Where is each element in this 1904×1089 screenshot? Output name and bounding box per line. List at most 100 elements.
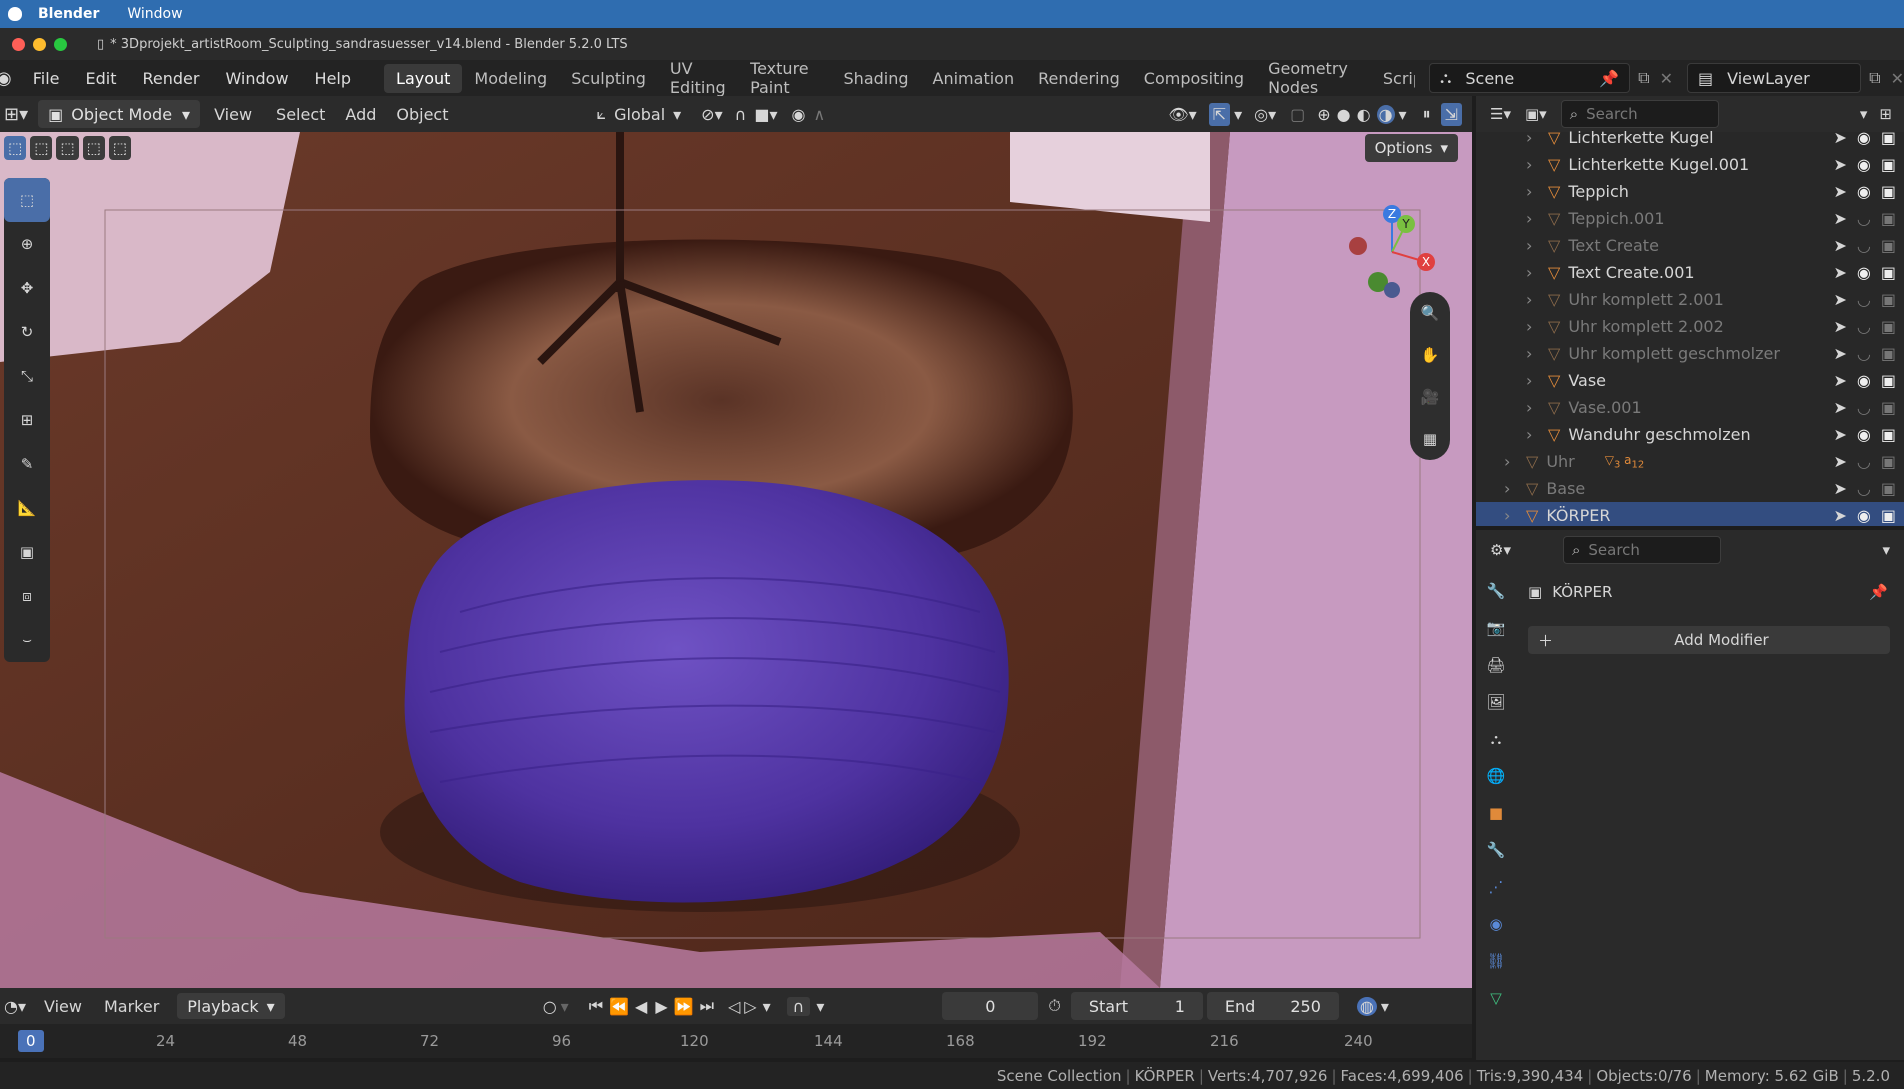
select-extend-icon[interactable]: ⬚: [30, 136, 53, 160]
scene-tab-icon[interactable]: ⛬: [1476, 720, 1516, 757]
sync-icon[interactable]: ◍: [1356, 996, 1377, 1016]
camera-icon[interactable]: ▣: [1881, 506, 1896, 525]
eye-icon[interactable]: ◉: [1857, 263, 1871, 282]
jump-start-icon[interactable]: ⏮: [589, 996, 603, 1016]
add-modifier-button[interactable]: ＋ Add Modifier: [1528, 626, 1890, 654]
next-keyframe-icon[interactable]: ⏩: [674, 997, 694, 1016]
select-intersect-icon[interactable]: ⬚: [108, 136, 131, 160]
camera-view-icon[interactable]: 🎥: [1410, 376, 1450, 418]
keyframe-record-icon[interactable]: ○: [543, 997, 557, 1016]
select-new-icon[interactable]: ⬚: [4, 136, 27, 160]
curve-tool-icon[interactable]: ⌣: [4, 618, 50, 662]
new-collection-icon[interactable]: ⊞: [1879, 105, 1892, 123]
camera-icon[interactable]: ▣: [1881, 290, 1896, 309]
render-tab-icon[interactable]: 📷: [1476, 609, 1516, 646]
mac-menu-window[interactable]: Window: [127, 6, 182, 22]
mac-app-name[interactable]: Blender: [38, 6, 99, 22]
mode-selector[interactable]: ▣ Object Mode ▾: [38, 100, 201, 128]
remove-scene-icon[interactable]: ✕: [1660, 69, 1673, 88]
timeline-menu-marker[interactable]: Marker: [104, 997, 159, 1016]
eye-icon[interactable]: ◉: [1857, 506, 1871, 525]
stopwatch-icon[interactable]: ⏱: [1048, 996, 1060, 1016]
jump-end-icon[interactable]: ⏭: [700, 996, 714, 1016]
camera-icon[interactable]: ▣: [1881, 128, 1896, 147]
menu-help[interactable]: Help: [302, 69, 364, 88]
selectable-icon[interactable]: ➤: [1834, 209, 1847, 228]
end-frame-field[interactable]: End 250: [1206, 992, 1339, 1020]
view-layer-selector[interactable]: ▤ ViewLayer: [1687, 63, 1862, 93]
remove-view-layer-icon[interactable]: ✕: [1891, 69, 1904, 88]
menu-window[interactable]: Window: [212, 69, 301, 88]
eye-icon[interactable]: ◡: [1857, 317, 1871, 336]
prev-frame-icon[interactable]: ◁: [728, 997, 740, 1016]
expand-arrow-icon[interactable]: ›: [1526, 425, 1544, 444]
camera-icon[interactable]: ▣: [1881, 398, 1896, 417]
pause-render-icon[interactable]: ⏸: [1423, 104, 1431, 124]
outliner-row[interactable]: › ▽ Text Create.001 ➤ ◉ ▣: [1476, 259, 1904, 286]
cursor-tool-icon[interactable]: ⊕: [4, 222, 50, 266]
particles-tab-icon[interactable]: ⋰: [1476, 868, 1516, 905]
pan-hand-icon[interactable]: ✋: [1410, 334, 1450, 376]
eye-icon[interactable]: ◉: [1857, 155, 1871, 174]
scene-selector[interactable]: ⛬ Scene 📌: [1429, 63, 1631, 93]
expand-arrow-icon[interactable]: ›: [1526, 317, 1544, 336]
options-button[interactable]: Options ▾: [1364, 134, 1458, 162]
properties-search[interactable]: ⌕ Search: [1562, 536, 1721, 564]
menu-render[interactable]: Render: [129, 69, 212, 88]
camera-icon[interactable]: ▣: [1881, 182, 1896, 201]
chevron-down-icon[interactable]: ▾: [816, 997, 824, 1016]
rotate-tool-icon[interactable]: ↻: [4, 310, 50, 354]
outliner-row[interactable]: › ▽ Uhr ▽3 a12 ➤ ◡ ▣: [1476, 448, 1904, 475]
eye-icon[interactable]: ◡: [1857, 209, 1871, 228]
eye-icon[interactable]: ◉: [1857, 182, 1871, 201]
object-tab-icon[interactable]: ■: [1476, 794, 1516, 831]
expand-arrow-icon[interactable]: ›: [1526, 263, 1544, 282]
wireframe-shading-icon[interactable]: ⊕: [1317, 105, 1330, 124]
falloff-icon[interactable]: ∧: [813, 105, 825, 124]
frame-cursor[interactable]: 0: [18, 1030, 44, 1052]
eye-icon[interactable]: ◡: [1857, 452, 1871, 471]
selectable-icon[interactable]: ➤: [1834, 398, 1847, 417]
eye-icon[interactable]: ◡: [1857, 344, 1871, 363]
outliner-row[interactable]: › ▽ Teppich.001 ➤ ◡ ▣: [1476, 205, 1904, 232]
eye-icon[interactable]: ◉: [1857, 425, 1871, 444]
selectable-icon[interactable]: ➤: [1834, 128, 1847, 147]
tab-animation[interactable]: Animation: [921, 64, 1027, 93]
prev-keyframe-icon[interactable]: ⏪: [609, 997, 629, 1016]
pouf-object[interactable]: [404, 480, 1009, 903]
play-reverse-icon[interactable]: ◀: [635, 997, 647, 1016]
expand-arrow-icon[interactable]: ›: [1504, 506, 1522, 525]
select-subtract-icon[interactable]: ⬚: [56, 136, 79, 160]
outliner-row[interactable]: › ▽ Uhr komplett geschmolzer ➤ ◡ ▣: [1476, 340, 1904, 367]
play-icon[interactable]: ▶: [655, 997, 667, 1016]
display-mode-icon[interactable]: ▣▾: [1525, 105, 1547, 123]
move-tool-icon[interactable]: ✥: [4, 266, 50, 310]
outliner-row[interactable]: › ▽ Lichterkette Kugel ➤ ◉ ▣: [1476, 124, 1904, 151]
expand-arrow-icon[interactable]: ›: [1526, 236, 1544, 255]
transform-orientation[interactable]: ⟀ Global ▾: [597, 104, 682, 124]
eye-icon[interactable]: ◡: [1857, 290, 1871, 309]
expand-arrow-icon[interactable]: ›: [1526, 182, 1544, 201]
visibility-icon[interactable]: 👁▾: [1168, 105, 1196, 124]
chevron-down-icon[interactable]: ▾: [1381, 997, 1389, 1016]
snap-target-icon[interactable]: ■▾: [754, 105, 777, 124]
zoom-icon[interactable]: 🔍: [1410, 292, 1450, 334]
selectable-icon[interactable]: ➤: [1834, 452, 1847, 471]
tab-uv-editing[interactable]: UV Editing: [658, 54, 738, 102]
3d-viewport[interactable]: ⬚ ⊕ ✥ ↻ ⤡ ⊞ ✎ 📐 ▣ ⧈ ⌣ ⬚ ⬚ ⬚ ⬚ ⬚ Options …: [0, 132, 1472, 988]
camera-icon[interactable]: ▣: [1881, 452, 1896, 471]
blender-logo-icon[interactable]: ◉: [0, 68, 12, 89]
proportional-edit-icon[interactable]: ◉: [791, 105, 805, 124]
modifier-tab-icon[interactable]: 🔧: [1476, 831, 1516, 868]
data-tab-icon[interactable]: ▽: [1476, 979, 1516, 1016]
selectable-icon[interactable]: ➤: [1834, 263, 1847, 282]
zoom-window-button[interactable]: [54, 37, 67, 51]
camera-icon[interactable]: ▣: [1881, 263, 1896, 282]
menu-edit[interactable]: Edit: [73, 69, 130, 88]
eye-icon[interactable]: ◡: [1857, 398, 1871, 417]
annotate-tool-icon[interactable]: ✎: [4, 442, 50, 486]
camera-icon[interactable]: ▣: [1881, 155, 1896, 174]
eye-icon[interactable]: ◡: [1857, 236, 1871, 255]
menu-file[interactable]: File: [20, 69, 73, 88]
camera-icon[interactable]: ▣: [1881, 344, 1896, 363]
